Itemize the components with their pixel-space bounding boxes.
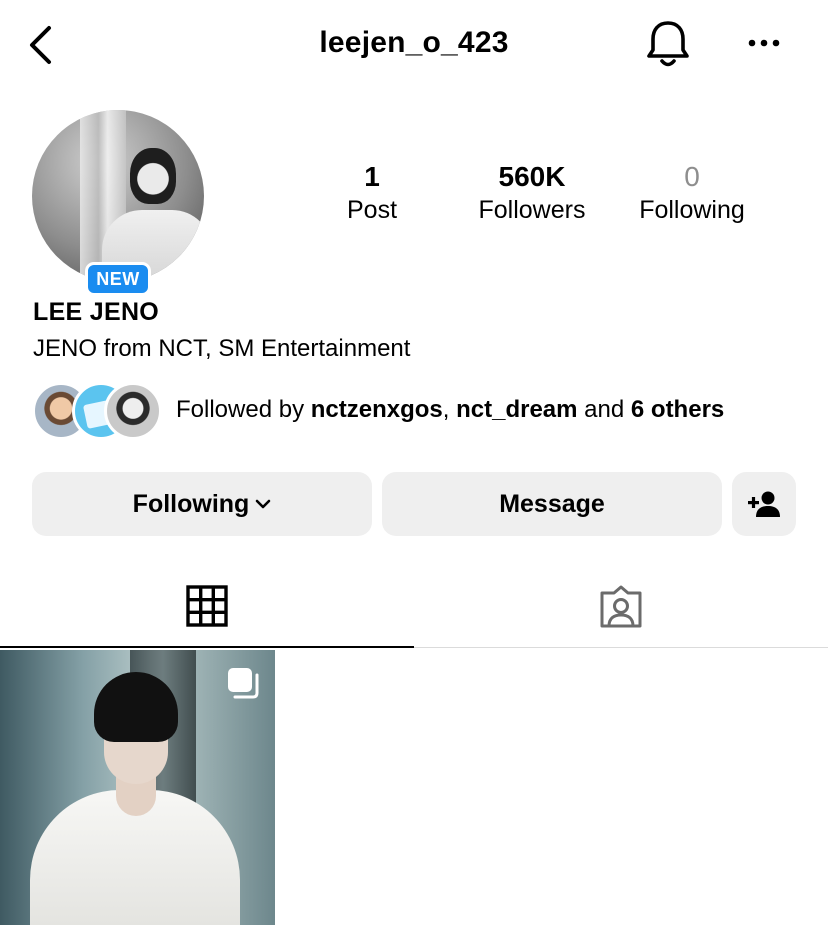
add-user-icon bbox=[748, 491, 780, 517]
notifications-button[interactable] bbox=[644, 18, 692, 70]
profile-bio: JENO from NCT, SM Entertainment bbox=[33, 335, 411, 362]
message-button[interactable]: Message bbox=[382, 472, 722, 536]
grid-icon bbox=[186, 585, 228, 627]
following-button[interactable]: Following bbox=[32, 472, 372, 536]
following-label: Following bbox=[639, 196, 745, 224]
followed-by-user: nctzenxgos bbox=[310, 396, 443, 423]
message-button-label: Message bbox=[499, 489, 605, 518]
followers-stat[interactable]: 560K Followers bbox=[462, 160, 602, 226]
following-button-label: Following bbox=[132, 489, 250, 518]
posts-stat[interactable]: 1 Post bbox=[322, 160, 422, 226]
followed-by-text: Followed by nctzenxgos, nct_dream and 6 … bbox=[176, 396, 725, 423]
profile-avatar[interactable] bbox=[32, 110, 204, 282]
tab-posts-grid[interactable] bbox=[0, 566, 414, 648]
add-user-button[interactable] bbox=[732, 472, 796, 536]
chevron-down-icon bbox=[256, 499, 271, 509]
followed-by-others: 6 others bbox=[630, 396, 725, 423]
followers-label: Followers bbox=[478, 196, 586, 224]
followers-count: 560K bbox=[498, 161, 566, 192]
profile-tabs bbox=[0, 566, 828, 648]
following-stat[interactable]: 0 Following bbox=[626, 160, 758, 226]
followed-by-row[interactable]: Followed by nctzenxgos, nct_dream and 6 … bbox=[32, 382, 802, 440]
new-badge: NEW bbox=[85, 262, 151, 296]
tab-tagged[interactable] bbox=[414, 566, 828, 648]
posts-label: Post bbox=[346, 196, 398, 224]
posts-count: 1 bbox=[364, 161, 380, 192]
display-name: LEE JENO bbox=[33, 298, 160, 326]
tagged-icon bbox=[600, 585, 642, 628]
multiple-photos-icon bbox=[228, 668, 259, 699]
more-dots-icon bbox=[748, 39, 780, 47]
following-count: 0 bbox=[684, 161, 700, 192]
profile-username: leejen_o_423 bbox=[319, 26, 509, 59]
profile-header: leejen_o_423 bbox=[0, 0, 828, 90]
follower-avatar bbox=[104, 382, 162, 440]
followed-by-user: nct_dream bbox=[456, 396, 578, 423]
bell-icon bbox=[647, 21, 689, 67]
avatar-image bbox=[32, 110, 204, 282]
more-options-button[interactable] bbox=[744, 28, 784, 58]
